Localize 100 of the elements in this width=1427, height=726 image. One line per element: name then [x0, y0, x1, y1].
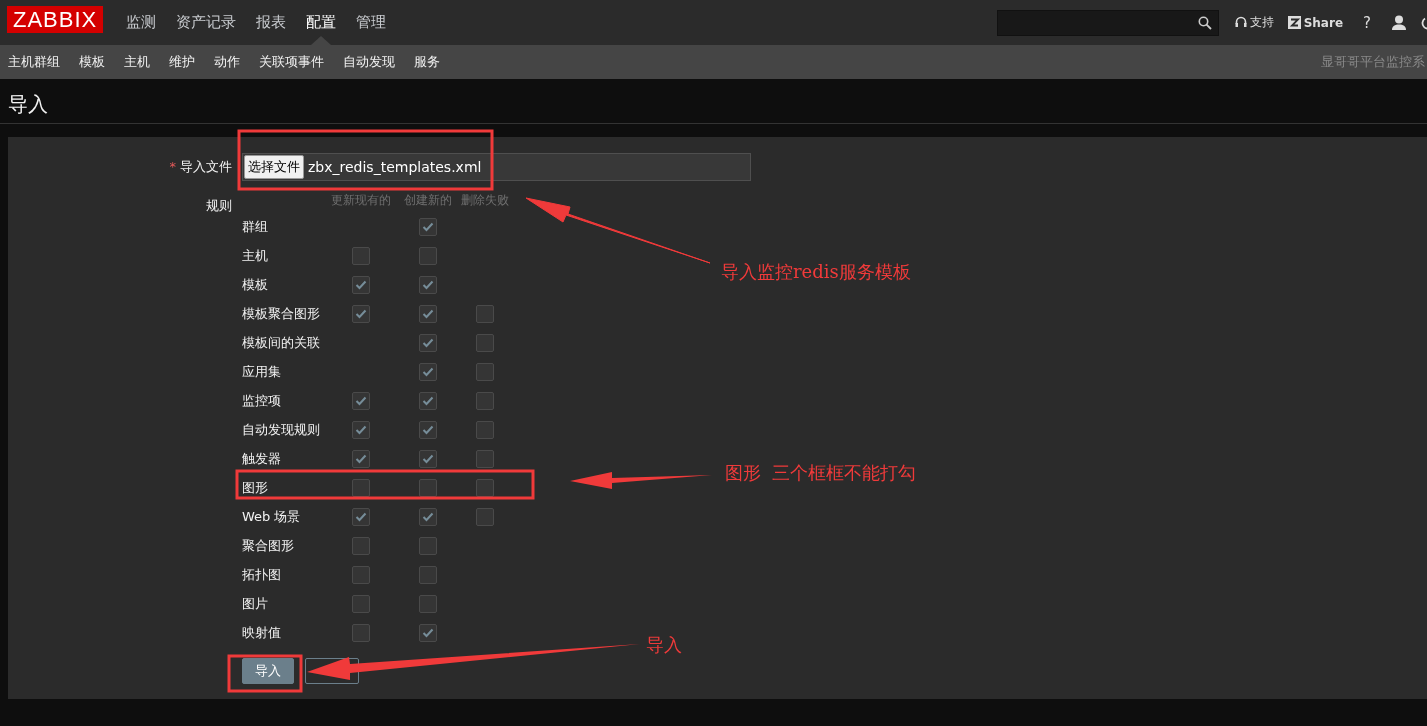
- checkbox[interactable]: [352, 623, 370, 642]
- checkbox[interactable]: [419, 594, 437, 613]
- checkmark-icon: [422, 279, 434, 290]
- submenu-link[interactable]: 维护: [161, 53, 203, 71]
- submenu-link[interactable]: 自动发现: [335, 53, 403, 71]
- rule-label: 触发器: [242, 449, 281, 468]
- checkbox[interactable]: [476, 333, 494, 352]
- rule-label: 自动发现规则: [242, 420, 320, 439]
- required-mark: *: [169, 159, 176, 174]
- checkbox[interactable]: [419, 449, 437, 468]
- checkmark-icon: [422, 395, 434, 406]
- checkmark-icon: [422, 627, 434, 638]
- submenu-link[interactable]: 服务: [406, 53, 448, 71]
- rule-label: 主机: [242, 246, 268, 265]
- support-link[interactable]: 支持: [1234, 14, 1274, 31]
- checkbox[interactable]: [476, 449, 494, 468]
- rule-label: Web 场景: [242, 507, 301, 526]
- checkbox[interactable]: [476, 391, 494, 410]
- checkmark-icon: [355, 424, 367, 435]
- checkbox[interactable]: [352, 420, 370, 439]
- menu-tab[interactable]: 报表: [248, 0, 295, 45]
- annotation-text: 图形 三个框框不能打勾: [725, 461, 917, 485]
- submenu-link[interactable]: 关联项事件: [251, 53, 332, 71]
- column-header: 创建新的: [404, 192, 452, 209]
- checkmark-icon: [422, 453, 434, 464]
- checkbox[interactable]: [419, 478, 437, 497]
- checkmark-icon: [422, 337, 434, 348]
- checkmark-icon: [355, 395, 367, 406]
- checkbox[interactable]: [419, 333, 437, 352]
- rule-label: 监控项: [242, 391, 281, 410]
- zabbix-logo[interactable]: ZABBIX: [7, 6, 104, 33]
- column-header: 删除失败: [461, 192, 509, 209]
- checkbox[interactable]: [419, 217, 437, 236]
- server-name: 显哥哥平台监控系: [1321, 53, 1426, 71]
- checkbox[interactable]: [352, 304, 370, 323]
- checkmark-icon: [355, 453, 367, 464]
- file-input-field[interactable]: 选择文件 zbx_redis_templates.xml: [242, 153, 751, 181]
- rule-label: 图形: [242, 478, 268, 497]
- menu-tab[interactable]: 资产记录: [168, 0, 245, 45]
- rule-label: 模板间的关联: [242, 333, 320, 352]
- checkmark-icon: [422, 424, 434, 435]
- checkbox[interactable]: [419, 536, 437, 555]
- choose-file-button[interactable]: 选择文件: [244, 155, 304, 179]
- checkbox[interactable]: [476, 478, 494, 497]
- search-field[interactable]: [996, 9, 1219, 36]
- rule-label: 拓扑图: [242, 565, 281, 584]
- checkbox[interactable]: [352, 246, 370, 265]
- rule-label: 图片: [242, 594, 268, 613]
- rule-label: 模板聚合图形: [242, 304, 320, 323]
- checkbox[interactable]: [352, 536, 370, 555]
- menu-tab[interactable]: 管理: [348, 0, 395, 45]
- submenu-link[interactable]: 主机: [116, 53, 158, 71]
- checkbox[interactable]: [476, 507, 494, 526]
- checkbox[interactable]: [419, 391, 437, 410]
- checkbox[interactable]: [352, 391, 370, 410]
- checkbox[interactable]: [419, 623, 437, 642]
- rule-label: 映射值: [242, 623, 281, 642]
- checkbox[interactable]: [352, 478, 370, 497]
- submenu-link[interactable]: 动作: [206, 53, 248, 71]
- checkmark-icon: [422, 308, 434, 319]
- rule-label: 应用集: [242, 362, 281, 381]
- checkmark-icon: [422, 366, 434, 377]
- submenu-link[interactable]: 模板: [71, 53, 113, 71]
- checkbox[interactable]: [419, 362, 437, 381]
- rule-label: 模板: [242, 275, 268, 294]
- headset-icon: [1234, 16, 1247, 29]
- help-link[interactable]: ?: [1357, 13, 1377, 32]
- checkbox[interactable]: [352, 565, 370, 584]
- checkbox[interactable]: [352, 507, 370, 526]
- import-button[interactable]: 导入: [242, 658, 294, 684]
- checkbox[interactable]: [419, 565, 437, 584]
- zabbix-share-icon: [1287, 16, 1301, 29]
- checkbox[interactable]: [419, 304, 437, 323]
- rule-label: 群组: [242, 217, 268, 236]
- checkmark-icon: [422, 511, 434, 522]
- checkmark-icon: [355, 511, 367, 522]
- rule-label: 聚合图形: [242, 536, 294, 555]
- checkbox[interactable]: [419, 275, 437, 294]
- checkbox[interactable]: [419, 420, 437, 439]
- checkbox[interactable]: [476, 304, 494, 323]
- file-name: zbx_redis_templates.xml: [308, 159, 482, 175]
- checkbox[interactable]: [419, 246, 437, 265]
- checkbox[interactable]: [352, 449, 370, 468]
- checkmark-icon: [355, 308, 367, 319]
- checkmark-icon: [422, 221, 434, 232]
- page-title: 导入: [8, 91, 48, 117]
- share-link[interactable]: Share: [1287, 15, 1344, 30]
- checkbox[interactable]: [352, 594, 370, 613]
- menu-tab[interactable]: 监测: [118, 0, 165, 45]
- field-label: 导入文件: [180, 158, 232, 176]
- checkbox[interactable]: [476, 362, 494, 381]
- submenu-link[interactable]: 主机群组: [0, 53, 68, 71]
- checkmark-icon: [355, 279, 367, 290]
- search-icon[interactable]: [1197, 15, 1212, 30]
- annotation-text: 导入: [646, 633, 682, 657]
- checkbox[interactable]: [419, 507, 437, 526]
- checkbox[interactable]: [352, 275, 370, 294]
- checkbox[interactable]: [476, 420, 494, 439]
- column-header: 更新现有的: [331, 192, 391, 209]
- user-icon[interactable]: [1391, 15, 1407, 30]
